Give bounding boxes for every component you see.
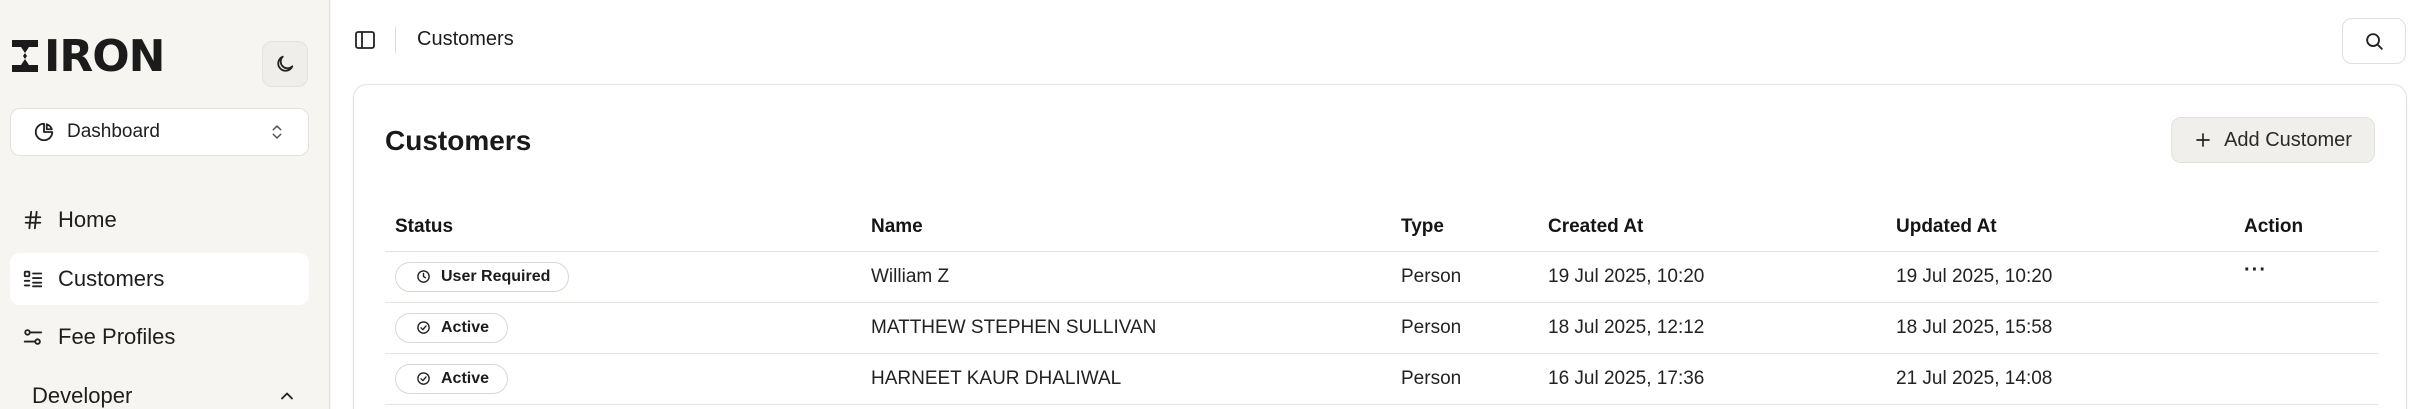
action-cell (2234, 353, 2378, 405)
updated-at-cell: 21 Jul 2025, 14:08 (1886, 353, 2234, 405)
dashboard-select-label: Dashboard (67, 121, 160, 142)
customers-card: Customers Add Customer Status Name Type … (353, 84, 2407, 409)
name-cell: HARNEET KAUR DHALIWAL (861, 353, 1391, 405)
status-label: Active (441, 369, 490, 387)
check-circle-icon (417, 321, 430, 334)
check-circle-icon (417, 372, 430, 385)
sidebar-toggle-icon[interactable] (353, 28, 377, 52)
column-header-status[interactable]: Status (385, 203, 861, 252)
name-cell: William Z (861, 251, 1391, 303)
iron-logo-mark-icon (12, 40, 38, 72)
sidebar-section-developer[interactable]: Developer (10, 372, 309, 409)
created-at-cell: 19 Jul 2025, 10:20 (1538, 251, 1886, 303)
column-header-name[interactable]: Name (861, 203, 1391, 252)
status-label: Active (441, 318, 490, 336)
action-cell: ··· (2234, 251, 2378, 303)
sidebar-item-fee-profiles[interactable]: Fee Profiles (10, 311, 309, 363)
chevron-up-icon (281, 392, 293, 400)
table-row[interactable]: Active MATTHEW STEPHEN SULLIVAN Person 1… (385, 302, 2378, 354)
type-cell: Person (1391, 251, 1538, 303)
theme-toggle-button[interactable] (262, 41, 308, 87)
column-header-action: Action (2234, 203, 2378, 252)
chevrons-up-down-icon (272, 125, 282, 139)
moon-icon (277, 55, 294, 72)
sidebar-section-label: Developer (32, 383, 133, 408)
hash-icon (24, 210, 42, 230)
sliders-icon (23, 329, 43, 345)
customers-table: Status Name Type Created At Updated At A… (385, 203, 2378, 405)
sidebar-item-label: Home (58, 207, 117, 232)
page-title: Customers (385, 125, 532, 156)
logo-text: IRON (44, 30, 165, 82)
updated-at-cell: 18 Jul 2025, 15:58 (1886, 302, 2234, 354)
updated-at-cell: 19 Jul 2025, 10:20 (1886, 251, 2234, 303)
dashboard-select[interactable]: Dashboard (10, 108, 309, 156)
status-badge: User Required (395, 261, 570, 292)
search-button[interactable] (2342, 18, 2406, 64)
action-cell (2234, 302, 2378, 354)
status-cell: User Required (385, 251, 861, 303)
sidebar-item-customers[interactable]: Customers (10, 253, 309, 305)
top-bar: Customers (331, 0, 2420, 80)
table-header-row: Status Name Type Created At Updated At A… (385, 203, 2378, 252)
sidebar-item-label: Customers (58, 266, 165, 291)
status-cell: Active (385, 353, 861, 405)
column-header-type[interactable]: Type (1391, 203, 1538, 252)
list-icon (23, 270, 43, 288)
type-cell: Person (1391, 302, 1538, 354)
topbar-divider (395, 27, 396, 53)
sidebar: IRON Dashboard Home Customers Fee Profil… (0, 0, 330, 409)
breadcrumb[interactable]: Customers (417, 28, 514, 51)
more-actions-button[interactable]: ··· (2244, 260, 2267, 280)
pie-chart-icon (34, 122, 54, 142)
iron-logo[interactable]: IRON (10, 31, 165, 82)
status-badge: Active (395, 363, 509, 394)
column-header-updated-at[interactable]: Updated At (1886, 203, 2234, 252)
created-at-cell: 18 Jul 2025, 12:12 (1538, 302, 1886, 354)
add-customer-button[interactable]: Add Customer (2171, 117, 2375, 163)
status-label: User Required (441, 267, 551, 285)
plus-icon (2196, 133, 2210, 147)
status-badge: Active (395, 312, 509, 343)
sidebar-item-home[interactable]: Home (10, 194, 309, 246)
add-customer-label: Add Customer (2224, 128, 2352, 151)
clock-icon (417, 270, 430, 283)
type-cell: Person (1391, 353, 1538, 405)
table-row[interactable]: User Required William Z Person 19 Jul 20… (385, 251, 2378, 303)
created-at-cell: 16 Jul 2025, 17:36 (1538, 353, 1886, 405)
search-icon (2366, 33, 2383, 50)
table-row[interactable]: Active HARNEET KAUR DHALIWAL Person 16 J… (385, 353, 2378, 405)
name-cell: MATTHEW STEPHEN SULLIVAN (861, 302, 1391, 354)
sidebar-item-label: Fee Profiles (58, 324, 176, 349)
column-header-created-at[interactable]: Created At (1538, 203, 1886, 252)
status-cell: Active (385, 302, 861, 354)
